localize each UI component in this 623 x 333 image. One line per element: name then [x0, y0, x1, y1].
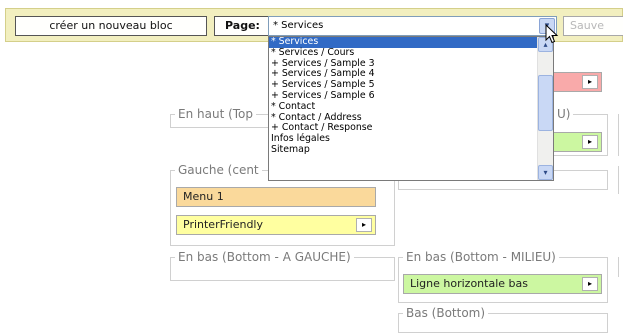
- page-select[interactable]: * Services ▾: [268, 16, 557, 36]
- page-label: Page:: [214, 16, 270, 36]
- block-menu1[interactable]: Menu 1: [176, 187, 376, 207]
- block-ligne-horizontale-bas[interactable]: Ligne horizontale bas ▸: [403, 274, 602, 294]
- scroll-down-icon[interactable]: ▾: [538, 165, 553, 180]
- zone-bottom-middle-legend: En bas (Bottom - MILIEU): [403, 249, 559, 265]
- zone-edge: [618, 166, 623, 194]
- block-menu-arrow-icon[interactable]: ▸: [582, 277, 598, 291]
- dropdown-scrollbar[interactable]: ▴ ▾: [537, 37, 553, 180]
- block-menu-arrow-icon[interactable]: ▸: [582, 135, 598, 149]
- dropdown-options: * Services * Services / Cours + Services /…: [269, 37, 538, 180]
- zone-left-center-legend: Gauche (cent: [175, 162, 262, 178]
- dropdown-option[interactable]: * Contact: [269, 101, 538, 113]
- mouse-pointer-icon: [545, 24, 559, 44]
- zone-bottom-left: En bas (Bottom - A GAUCHE): [170, 249, 395, 281]
- scrollbar-thumb[interactable]: [538, 75, 553, 131]
- zone-bottom: Bas (Bottom): [398, 305, 608, 333]
- block-printer-friendly-label: PrinterFriendly: [183, 218, 263, 231]
- zone-edge: [618, 114, 623, 156]
- page-dropdown-list[interactable]: * Services * Services / Cours + Services /…: [268, 36, 554, 181]
- zone-top-right-legend: U): [554, 106, 574, 122]
- dropdown-option[interactable]: * Services / Cours: [269, 47, 538, 59]
- block-menu-arrow-icon[interactable]: ▸: [356, 218, 372, 232]
- page-select-value: * Services: [273, 20, 324, 31]
- zone-bottom-legend: Bas (Bottom): [403, 305, 489, 321]
- block-ligne-horizontale-label: Ligne horizontale bas: [410, 277, 528, 290]
- save-button[interactable]: Sauve: [563, 16, 623, 36]
- block-menu-arrow-icon[interactable]: ▸: [582, 75, 598, 89]
- block-menu1-label: Menu 1: [183, 190, 224, 203]
- block-printer-friendly[interactable]: PrinterFriendly ▸: [176, 215, 376, 235]
- zone-top-left-legend: En haut (Top: [175, 106, 257, 122]
- create-new-block-button[interactable]: créer un nouveau bloc: [15, 16, 207, 36]
- dropdown-option[interactable]: Sitemap: [269, 144, 538, 156]
- zone-edge: [618, 257, 623, 277]
- zone-bottom-left-legend: En bas (Bottom - A GAUCHE): [175, 249, 354, 265]
